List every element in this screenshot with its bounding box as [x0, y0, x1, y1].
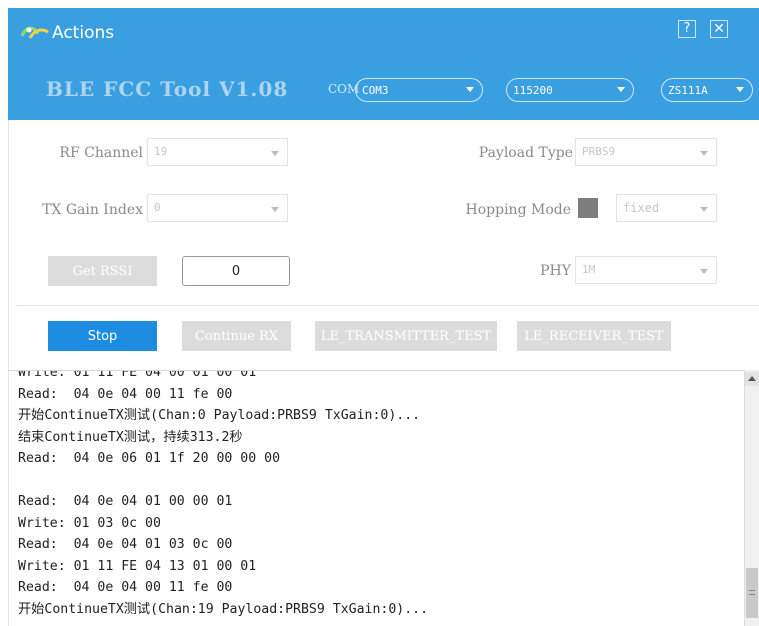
log-scrollbar[interactable] [744, 370, 759, 626]
rf-channel-value: 19 [154, 145, 168, 158]
rf-channel-label: RF Channel [59, 145, 143, 161]
payload-type-select[interactable]: PRBS9 [575, 138, 717, 166]
com-port-select[interactable]: COM3 [355, 78, 483, 102]
get-rssi-button[interactable]: Get RSSI [48, 256, 157, 286]
log-lines: Write: 01 11 FE 04 00 01 00 01 Read: 04 0… [18, 370, 429, 620]
log-line: Read: 04 0e 04 00 11 fe 00 [18, 580, 233, 595]
rf-channel-select[interactable]: 19 [147, 138, 288, 166]
chevron-down-icon [271, 207, 279, 212]
app-window: Actions ? ✕ BLE FCC Tool V1.08 COM COM3 … [0, 0, 759, 626]
hopping-mode-label: Hopping Mode [465, 202, 571, 218]
log-output[interactable]: Write: 01 11 FE 04 00 01 00 01 Read: 04 0… [8, 370, 744, 626]
panel-divider [17, 305, 759, 306]
log-line: 结束ContinueTX测试，持续313.2秒 [18, 429, 243, 445]
chevron-down-icon [466, 87, 474, 92]
chip-select[interactable]: ZS111A [661, 78, 753, 102]
log-line: Read: 04 0e 04 00 11 fe 00 [18, 386, 233, 402]
title-bar: Actions ? ✕ BLE FCC Tool V1.08 COM COM3 … [8, 8, 759, 120]
com-port-value: COM3 [362, 83, 389, 97]
phy-select[interactable]: 1M [575, 256, 717, 284]
log-line: Write: 01 03 0c 00 [18, 515, 161, 531]
payload-type-value: PRBS9 [582, 145, 616, 158]
phy-value: 1M [582, 263, 596, 276]
le-receiver-test-button[interactable]: LE_RECEIVER_TEST [517, 321, 671, 351]
log-line: Read: 04 0e 04 01 00 00 01 [18, 494, 233, 509]
le-transmitter-test-button[interactable]: LE_TRANSMITTER_TEST [315, 321, 497, 351]
payload-type-label: Payload Type [478, 145, 573, 161]
brand-logo: Actions [20, 22, 114, 44]
close-icon: ✕ [713, 21, 725, 37]
log-line: Write: 01 11 FE 04 13 01 00 01 [18, 558, 257, 574]
scroll-thumb[interactable] [746, 568, 758, 618]
tx-gain-index-label: TX Gain Index [42, 202, 143, 218]
tx-gain-index-select[interactable]: 0 [147, 194, 288, 222]
baud-rate-value: 115200 [513, 83, 553, 97]
scroll-up-icon[interactable] [745, 372, 759, 386]
log-line: Read: 04 0e 06 01 1f 20 00 00 00 [18, 451, 281, 466]
phy-label: PHY [540, 263, 571, 279]
rssi-value-field[interactable]: 0 [182, 256, 290, 286]
log-line: Read: 04 0e 04 01 03 0c 00 [18, 537, 233, 552]
chevron-down-icon [736, 87, 744, 92]
help-button[interactable]: ? [678, 20, 696, 38]
chevron-down-icon [700, 269, 708, 274]
help-icon: ? [683, 21, 691, 36]
chip-value: ZS111A [668, 83, 708, 97]
log-line: 开始ContinueTX测试(Chan:19 Payload:PRBS9 TxG… [18, 601, 429, 617]
actions-logo-icon [20, 26, 49, 39]
app-title: BLE FCC Tool V1.08 [46, 77, 289, 101]
log-line: Write: 01 11 FE 04 00 01 00 01 [18, 370, 257, 380]
log-line: 开始ContinueTX测试(Chan:0 Payload:PRBS9 TxGa… [18, 408, 421, 423]
settings-panel: RF Channel 19 Payload Type PRBS9 TX Gain… [8, 120, 759, 370]
tx-gain-index-value: 0 [154, 201, 161, 214]
chevron-down-icon [700, 207, 708, 212]
close-button[interactable]: ✕ [710, 20, 728, 38]
chevron-down-icon [700, 151, 708, 156]
hopping-mode-checkbox[interactable] [578, 198, 598, 218]
hopping-mode-value: fixed [623, 201, 660, 215]
chevron-down-icon [617, 87, 625, 92]
continue-rx-button[interactable]: Continue RX [182, 321, 291, 351]
stop-button[interactable]: Stop [48, 321, 157, 351]
chevron-down-icon [271, 151, 279, 156]
brand-name: Actions [52, 23, 115, 43]
hopping-mode-select[interactable]: fixed [616, 194, 717, 222]
baud-rate-select[interactable]: 115200 [506, 78, 634, 102]
